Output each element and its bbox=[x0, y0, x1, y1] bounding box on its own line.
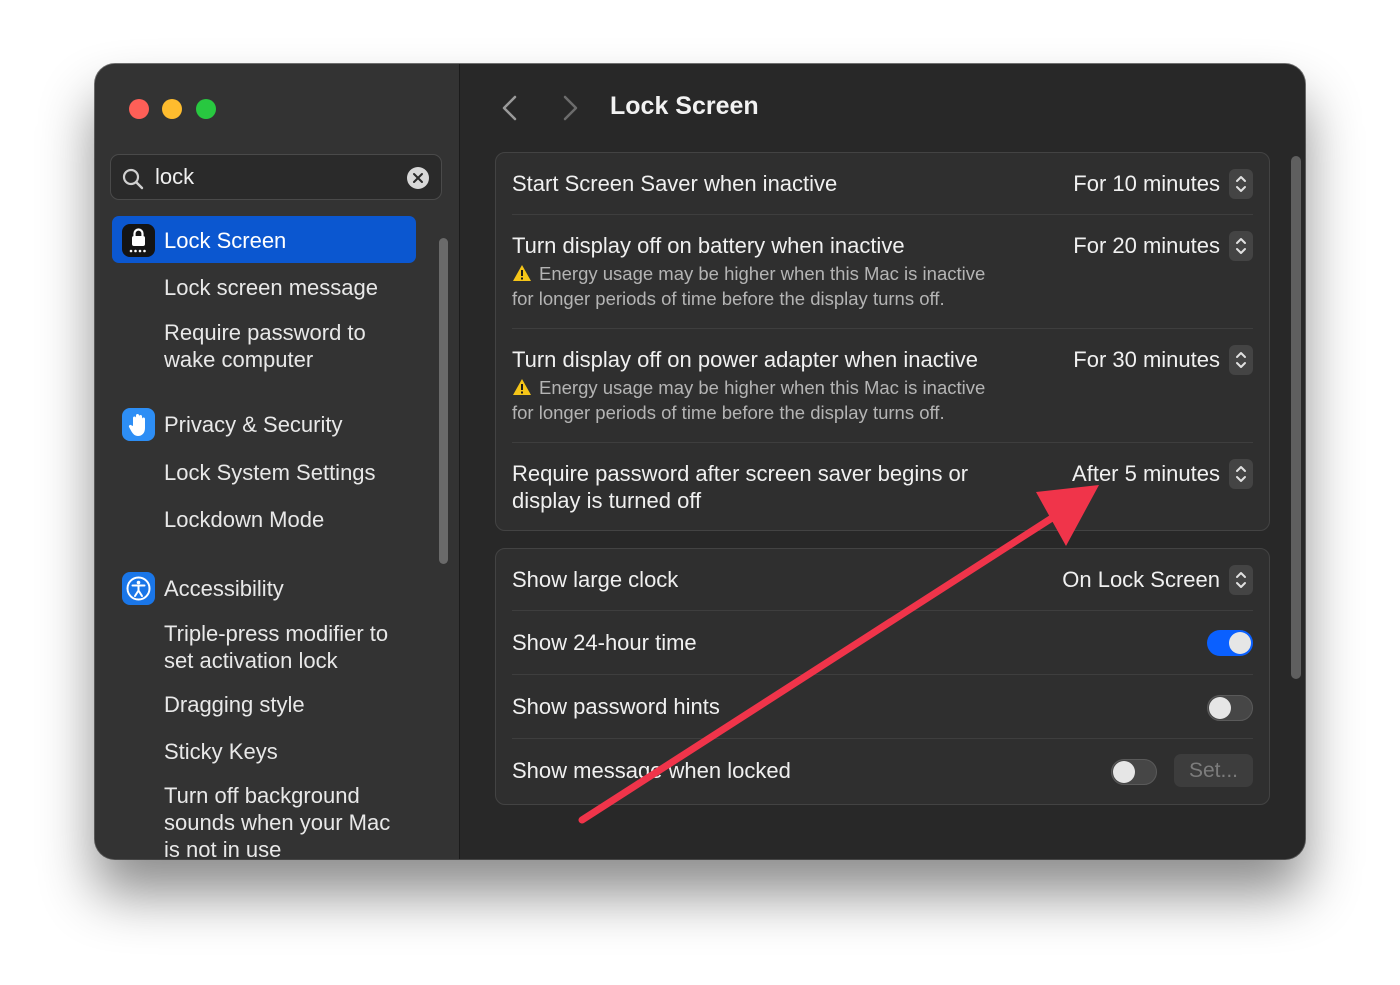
lock-screen-icon bbox=[122, 224, 155, 257]
minimize-window-button[interactable] bbox=[162, 99, 182, 119]
sidebar-scrollbar[interactable] bbox=[439, 238, 448, 564]
screen-saver-popup[interactable]: For 10 minutes bbox=[1073, 169, 1253, 199]
display-off-battery-popup[interactable]: For 20 minutes bbox=[1073, 231, 1253, 261]
stepper-chevrons-icon bbox=[1229, 169, 1253, 199]
row-password-hints: Show password hints bbox=[496, 675, 1269, 739]
row-large-clock: Show large clock On Lock Screen bbox=[496, 549, 1269, 611]
popup-value: After 5 minutes bbox=[1072, 461, 1220, 486]
sidebar-item-label: Accessibility bbox=[164, 576, 284, 601]
row-display-off-battery: Turn display off on battery when inactiv… bbox=[496, 215, 1269, 329]
zoom-window-button[interactable] bbox=[196, 99, 216, 119]
row-title: Turn display off on battery when inactiv… bbox=[512, 233, 905, 258]
row-note: for longer periods of time before the di… bbox=[512, 402, 945, 423]
back-chevron-icon[interactable] bbox=[498, 94, 522, 122]
sidebar-item-label: Dragging style bbox=[164, 692, 305, 717]
close-window-button[interactable] bbox=[129, 99, 149, 119]
row-require-password: Require password after screen saver begi… bbox=[496, 443, 1269, 531]
sidebar-item-label: Sticky Keys bbox=[164, 739, 278, 764]
sidebar-item-lockdown-mode[interactable]: Lockdown Mode bbox=[164, 506, 324, 533]
24-hour-time-toggle[interactable] bbox=[1207, 630, 1253, 656]
page-title: Lock Screen bbox=[610, 92, 759, 120]
settings-window: Lock Screen Lock screen message Require … bbox=[95, 64, 1305, 859]
sidebar-item-dragging-style[interactable]: Dragging style bbox=[164, 691, 305, 718]
sidebar-item-require-password[interactable]: Require password to wake computer bbox=[164, 319, 366, 373]
message-when-locked-toggle[interactable] bbox=[1111, 759, 1157, 785]
row-title: Show message when locked bbox=[512, 758, 791, 783]
sidebar-item-accessibility[interactable]: Accessibility bbox=[164, 575, 284, 602]
sidebar-item-lock-screen-message[interactable]: Lock screen message bbox=[164, 274, 378, 301]
row-note: for longer periods of time before the di… bbox=[512, 288, 945, 309]
settings-group-display: Start Screen Saver when inactive For 10 … bbox=[495, 152, 1270, 531]
row-title: Show large clock bbox=[512, 567, 679, 592]
sidebar-item-sticky-keys[interactable]: Sticky Keys bbox=[164, 738, 278, 765]
sidebar-item-label: Turn off background sounds when your Mac… bbox=[164, 783, 391, 859]
row-title: Turn display off on power adapter when i… bbox=[512, 347, 978, 372]
clear-search-icon[interactable] bbox=[407, 167, 429, 189]
search-field[interactable] bbox=[110, 154, 442, 200]
row-title: Require password after screen saver begi… bbox=[512, 461, 969, 513]
sidebar-item-label: Lock screen message bbox=[164, 275, 378, 300]
row-title: Show 24-hour time bbox=[512, 630, 697, 655]
sidebar-item-label: Triple-press modifier to set activation … bbox=[164, 621, 389, 673]
row-note: Energy usage may be higher when this Mac… bbox=[512, 375, 985, 400]
sidebar: Lock Screen Lock screen message Require … bbox=[95, 64, 460, 859]
stepper-chevrons-icon bbox=[1229, 231, 1253, 261]
warning-icon bbox=[513, 265, 531, 281]
popup-value: For 20 minutes bbox=[1073, 233, 1220, 258]
main-scrollbar[interactable] bbox=[1291, 156, 1301, 679]
row-display-off-adapter: Turn display off on power adapter when i… bbox=[496, 329, 1269, 443]
search-input[interactable] bbox=[155, 163, 395, 191]
sidebar-item-lock-system-settings[interactable]: Lock System Settings bbox=[164, 459, 376, 486]
stepper-chevrons-icon bbox=[1229, 459, 1253, 489]
row-screen-saver: Start Screen Saver when inactive For 10 … bbox=[496, 153, 1269, 215]
require-password-popup[interactable]: After 5 minutes bbox=[1072, 459, 1253, 489]
privacy-hand-icon bbox=[122, 408, 155, 441]
sidebar-item-triple-press[interactable]: Triple-press modifier to set activation … bbox=[164, 620, 388, 674]
large-clock-popup[interactable]: On Lock Screen bbox=[1062, 565, 1253, 595]
sidebar-item-privacy-security[interactable]: Privacy & Security bbox=[164, 411, 343, 438]
stepper-chevrons-icon bbox=[1229, 345, 1253, 375]
stepper-chevrons-icon bbox=[1229, 565, 1253, 595]
row-note: Energy usage may be higher when this Mac… bbox=[512, 261, 985, 286]
search-icon bbox=[122, 168, 144, 190]
forward-chevron-icon[interactable] bbox=[558, 94, 582, 122]
display-off-adapter-popup[interactable]: For 30 minutes bbox=[1073, 345, 1253, 375]
sidebar-item-label: Lock Screen bbox=[164, 228, 287, 253]
popup-value: For 10 minutes bbox=[1073, 171, 1220, 196]
main-panel: Lock Screen Start Screen Saver when inac… bbox=[460, 64, 1305, 859]
warning-icon bbox=[513, 379, 531, 395]
sidebar-item-label: Lockdown Mode bbox=[164, 507, 325, 532]
row-title: Start Screen Saver when inactive bbox=[512, 171, 838, 196]
row-title: Show password hints bbox=[512, 694, 720, 719]
accessibility-icon bbox=[122, 572, 155, 605]
settings-group-lock-screen: Show large clock On Lock Screen Show 24-… bbox=[495, 548, 1270, 805]
sidebar-item-label: Privacy & Security bbox=[164, 412, 343, 437]
popup-value: For 30 minutes bbox=[1073, 347, 1220, 372]
sidebar-item-background-sounds[interactable]: Turn off background sounds when your Mac… bbox=[164, 782, 390, 859]
popup-value: On Lock Screen bbox=[1062, 567, 1220, 592]
sidebar-item-label: Lock System Settings bbox=[164, 460, 376, 485]
row-24-hour-time: Show 24-hour time bbox=[496, 611, 1269, 675]
password-hints-toggle[interactable] bbox=[1207, 695, 1253, 721]
sidebar-item-label: Require password to wake computer bbox=[164, 320, 366, 372]
set-message-button[interactable]: Set... bbox=[1174, 754, 1253, 787]
row-message-when-locked: Show message when locked Set... bbox=[496, 739, 1269, 805]
